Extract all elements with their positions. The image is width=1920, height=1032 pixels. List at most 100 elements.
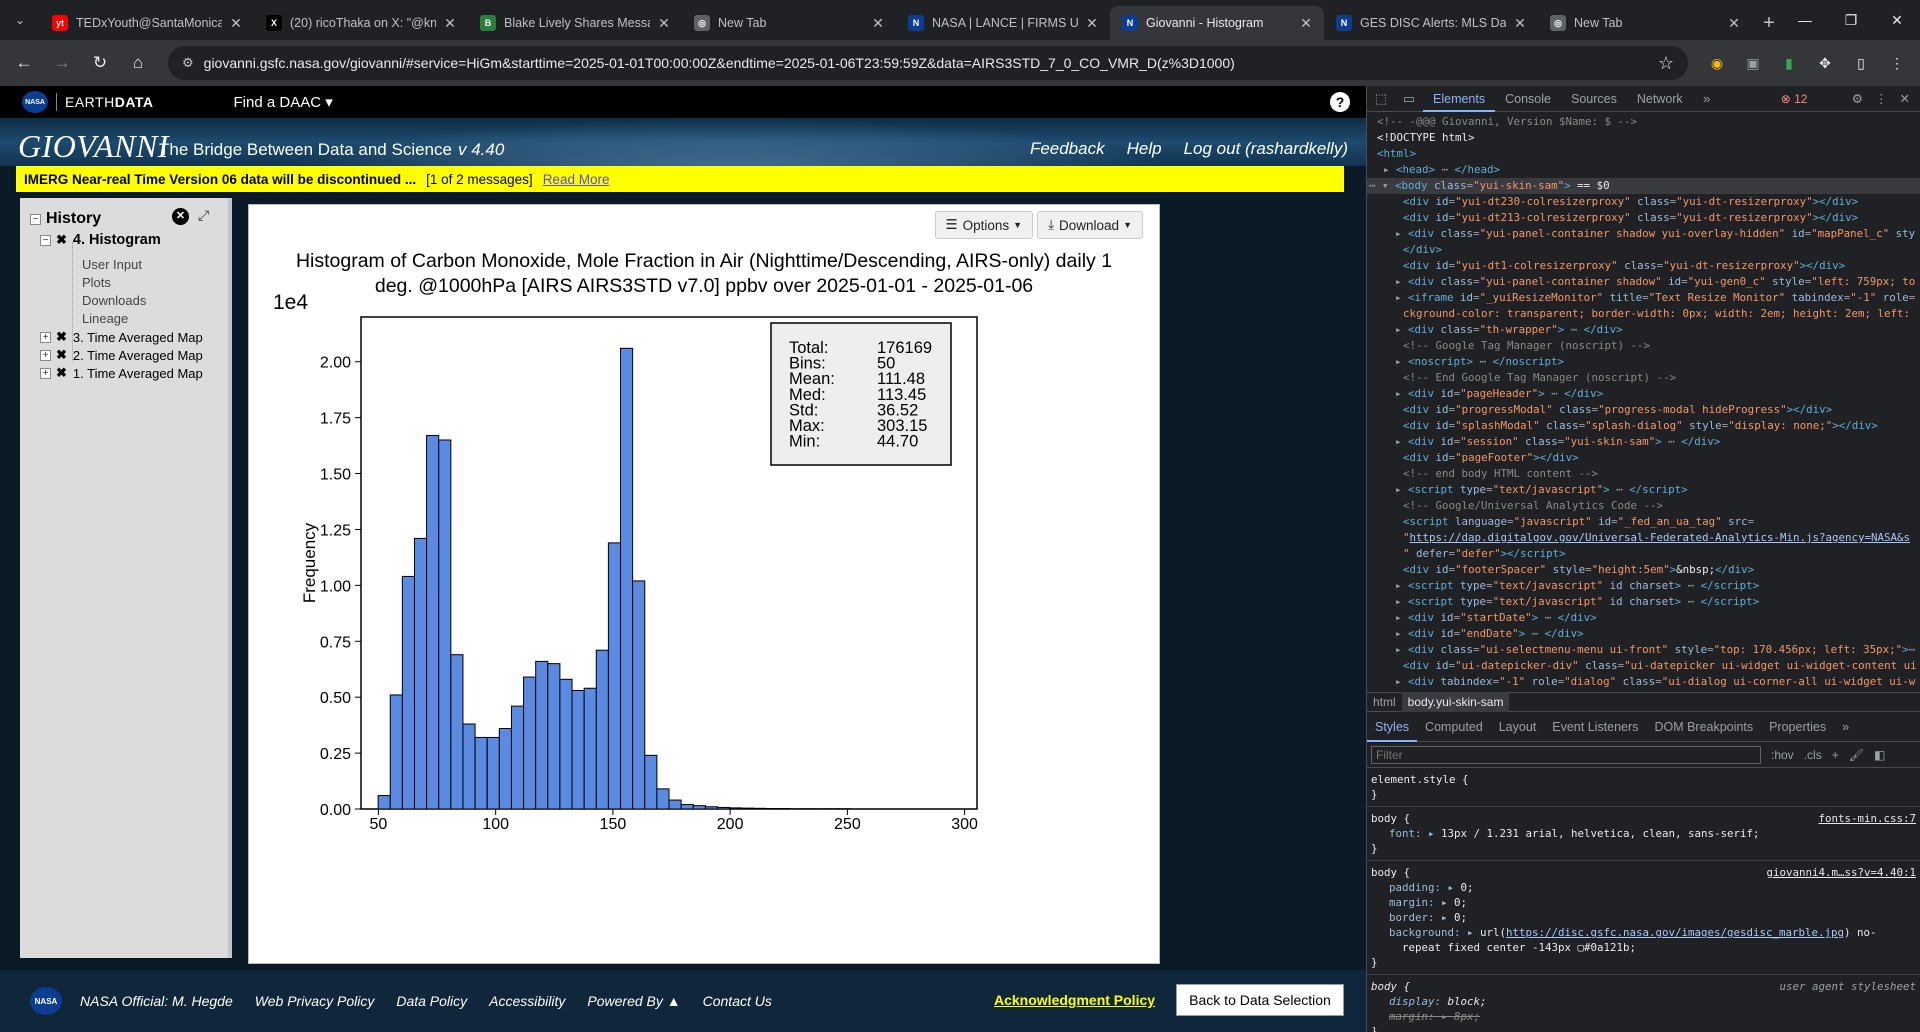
site-info-icon[interactable]: ⚙ xyxy=(182,55,194,71)
dom-line[interactable]: </div> xyxy=(1367,242,1920,258)
dom-line[interactable]: <div id="splashModal" class="splash-dial… xyxy=(1367,418,1920,434)
help-link[interactable]: Help xyxy=(1127,139,1162,159)
delete-x-icon[interactable]: ✖ xyxy=(56,232,67,248)
find-daac-menu[interactable]: Find a DAAC ▾ xyxy=(234,93,333,111)
dom-line[interactable]: ▸ <div id="session" class="yui-skin-sam"… xyxy=(1367,434,1920,450)
tab-properties[interactable]: Properties xyxy=(1761,712,1834,742)
dom-line[interactable]: <html> xyxy=(1367,146,1920,162)
expand-toggle-icon[interactable]: + xyxy=(40,331,51,343)
inspect-element-icon[interactable]: ⬚ xyxy=(1367,91,1395,107)
dom-line[interactable]: <!-- Google/Universal Analytics Code --> xyxy=(1367,498,1920,514)
earthdata-logo[interactable]: EARTHDATA xyxy=(65,94,154,110)
giovanni-logo[interactable]: GIOVANNI xyxy=(18,128,169,165)
back-arrow-icon[interactable]: ← xyxy=(8,47,40,79)
menu-kebab-icon[interactable]: ⋮ xyxy=(1882,48,1912,78)
footer-link-contact[interactable]: Contact Us xyxy=(703,993,772,1009)
footer-link-accessibility[interactable]: Accessibility xyxy=(489,993,565,1009)
forward-arrow-icon[interactable]: → xyxy=(46,47,78,79)
browser-tab[interactable]: N NASA | LANCE | FIRMS US ✕ xyxy=(896,6,1110,40)
tab-close-icon[interactable]: ✕ xyxy=(1512,15,1528,32)
history-subitem-user-input[interactable]: User Input xyxy=(82,257,142,272)
reload-icon[interactable]: ↻ xyxy=(84,47,116,79)
history-item[interactable]: + ✖ 3. Time Averaged Map xyxy=(40,329,203,345)
collapse-toggle-icon[interactable]: − xyxy=(30,213,41,225)
dom-line[interactable]: ▸ <script type="text/javascript" id char… xyxy=(1367,594,1920,610)
add-rule-icon[interactable]: + xyxy=(1832,748,1839,762)
tab-close-icon[interactable]: ✕ xyxy=(1298,15,1314,32)
css-rule[interactable]: user agent stylesheet body { display: bl… xyxy=(1367,975,1920,1032)
dom-line[interactable]: <!DOCTYPE html> xyxy=(1367,130,1920,146)
collapse-toggle-icon[interactable]: − xyxy=(40,234,51,246)
extensions-puzzle-icon[interactable]: ✥ xyxy=(1810,48,1840,78)
more-tabs-icon[interactable]: » xyxy=(1834,712,1857,742)
close-devtools-icon[interactable]: ✕ xyxy=(1900,91,1910,106)
dom-line[interactable]: ▸ <script type="text/javascript"> ⋯ </sc… xyxy=(1367,482,1920,498)
dom-line[interactable]: ▸ <head> ⋯ </head> xyxy=(1367,162,1920,178)
restore-icon[interactable]: ❐ xyxy=(1828,0,1874,40)
history-subitem-plots[interactable]: Plots xyxy=(82,275,111,290)
dom-line[interactable]: ▸ <div class="ui-selectmenu-menu ui-fron… xyxy=(1367,642,1920,658)
tab-layout[interactable]: Layout xyxy=(1491,712,1545,742)
dom-line[interactable]: <div id="yui-dt213-colresizerproxy" clas… xyxy=(1367,210,1920,226)
history-subitem-lineage[interactable]: Lineage xyxy=(82,311,128,326)
dom-line[interactable]: <div id="footerSpacer" style="height:5em… xyxy=(1367,562,1920,578)
delete-x-icon[interactable]: ✖ xyxy=(56,329,67,345)
dom-line[interactable]: ▸ <div id="pageHeader"> ⋯ </div> xyxy=(1367,386,1920,402)
error-count-badge[interactable]: ⊗ 12 xyxy=(1781,92,1808,106)
acknowledgment-policy-link[interactable]: Acknowledgment Policy xyxy=(994,992,1155,1008)
css-rule[interactable]: giovanni4.m…ss?v=4.40:1 body { padding: … xyxy=(1367,861,1920,975)
settings-gear-icon[interactable]: ⚙ xyxy=(1852,91,1863,106)
device-toolbar-icon[interactable]: ▭ xyxy=(1395,91,1423,107)
dom-line[interactable]: ▸ <script type="text/javascript" id char… xyxy=(1367,578,1920,594)
tab-close-icon[interactable]: ✕ xyxy=(228,15,244,32)
home-icon[interactable]: ⌂ xyxy=(122,47,154,79)
history-subitem-downloads[interactable]: Downloads xyxy=(82,293,146,308)
history-close-icon[interactable]: ✕ xyxy=(172,208,189,225)
help-question-icon[interactable]: ? xyxy=(1330,92,1350,112)
hov-toggle[interactable]: :hov xyxy=(1771,748,1794,762)
address-bar[interactable]: ⚙ giovanni.gsfc.nasa.gov/giovanni/#servi… xyxy=(168,46,1688,80)
dom-line[interactable]: ▸ <div tabindex="-1" role="dialog" class… xyxy=(1367,674,1920,690)
extension-icon[interactable]: ▣ xyxy=(1738,48,1768,78)
dom-line[interactable]: ▸ <div class="yui-panel-container shadow… xyxy=(1367,274,1920,290)
cls-toggle[interactable]: .cls xyxy=(1804,748,1822,762)
css-rule[interactable]: element.style { } xyxy=(1367,768,1920,807)
extension-icon[interactable]: ◉ xyxy=(1702,48,1732,78)
rule-source-link[interactable]: fonts-min.css:7 xyxy=(1818,811,1916,826)
browser-tab[interactable]: B Blake Lively Shares Messa ✕ xyxy=(468,6,682,40)
dom-line[interactable]: <!-- Google Tag Manager (noscript) --> xyxy=(1367,338,1920,354)
bookmark-star-icon[interactable]: ☆ xyxy=(1658,53,1674,74)
dom-line[interactable]: <div id="ui-datepicker-div" class="ui-da… xyxy=(1367,658,1920,674)
close-window-icon[interactable]: ✕ xyxy=(1874,0,1920,40)
dom-line[interactable]: <!-- -@@@ Giovanni, Version $Name: $ --> xyxy=(1367,114,1920,130)
tab-computed[interactable]: Computed xyxy=(1417,712,1491,742)
browser-tab[interactable]: ◎ New Tab ✕ xyxy=(1538,6,1752,40)
dom-line[interactable]: <!-- End Google Tag Manager (noscript) -… xyxy=(1367,370,1920,386)
tab-close-icon[interactable]: ✕ xyxy=(1726,15,1742,32)
new-tab-button[interactable]: + xyxy=(1752,6,1786,40)
dom-line[interactable]: ▸ <div id="startDate"> ⋯ </div> xyxy=(1367,610,1920,626)
footer-link-data-policy[interactable]: Data Policy xyxy=(396,993,467,1009)
tab-event-listeners[interactable]: Event Listeners xyxy=(1544,712,1646,742)
dom-line[interactable]: ckground-color: transparent; border-widt… xyxy=(1367,306,1920,322)
logout-link[interactable]: Log out (rashardkelly) xyxy=(1184,139,1348,159)
more-tabs-icon[interactable]: » xyxy=(1693,91,1721,106)
history-item[interactable]: + ✖ 1. Time Averaged Map xyxy=(40,365,203,381)
read-more-link[interactable]: Read More xyxy=(543,172,610,187)
breadcrumb-html[interactable]: html xyxy=(1367,695,1402,709)
url-text[interactable]: giovanni.gsfc.nasa.gov/giovanni/#service… xyxy=(204,55,1658,71)
sidebar-icon[interactable]: ▯ xyxy=(1846,48,1876,78)
dom-line[interactable]: ▸ <div id="endDate"> ⋯ </div> xyxy=(1367,626,1920,642)
dom-line[interactable]: " defer="defer"></script> xyxy=(1367,546,1920,562)
dom-line[interactable]: ▸ <div class="th-wrapper"> ⋯ </div> xyxy=(1367,322,1920,338)
dom-line[interactable]: <div id="yui-dt1-colresizerproxy" class=… xyxy=(1367,258,1920,274)
browser-tab[interactable]: ◎ New Tab ✕ xyxy=(682,6,896,40)
minimize-icon[interactable]: — xyxy=(1782,0,1828,40)
back-to-data-selection-button[interactable]: Back to Data Selection xyxy=(1176,984,1344,1016)
extension-icon[interactable]: ▮ xyxy=(1774,48,1804,78)
download-button[interactable]: ⤓ Download ▼ xyxy=(1037,211,1143,239)
browser-tab[interactable]: yt TEDxYouth@SantaMonica ✕ xyxy=(40,6,254,40)
browser-tab[interactable]: X (20) ricoThaka on X: "@kn ✕ xyxy=(254,6,468,40)
footer-link-official[interactable]: NASA Official: M. Hegde xyxy=(80,993,233,1009)
delete-x-icon[interactable]: ✖ xyxy=(56,365,67,381)
